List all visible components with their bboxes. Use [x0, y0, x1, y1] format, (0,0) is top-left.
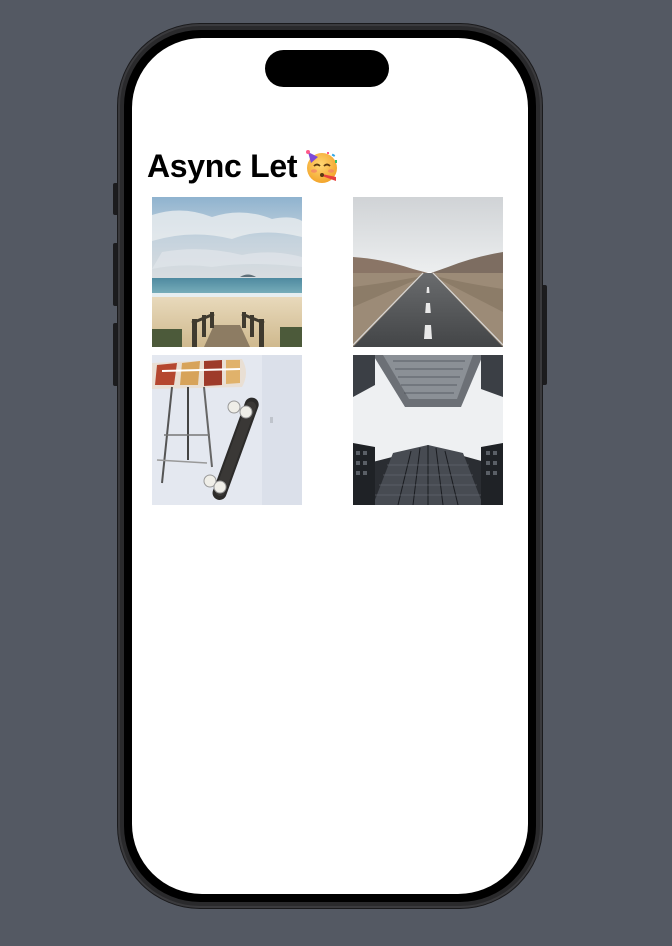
phone-frame: Async Let — [118, 24, 542, 908]
photo-grid — [152, 197, 504, 505]
desert-road-photo[interactable] — [353, 197, 503, 347]
page-title-text: Async Let — [147, 148, 298, 184]
beach-stairs-photo[interactable] — [152, 197, 302, 347]
phone-screen: Async Let — [132, 38, 528, 894]
skyscrapers-photo[interactable] — [353, 355, 503, 505]
partying-face-icon — [305, 149, 339, 184]
dynamic-island — [265, 50, 389, 87]
phone-bezel: Async Let — [124, 30, 536, 902]
page-title: Async Let — [147, 148, 339, 185]
simulator-background: Async Let — [0, 0, 672, 946]
skateboard-photo[interactable] — [152, 355, 302, 505]
